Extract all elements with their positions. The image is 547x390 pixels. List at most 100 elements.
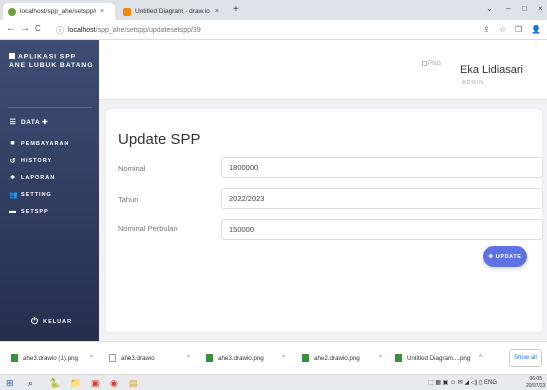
search-icon[interactable]: ⌕ [28, 378, 33, 389]
download-name: ahe3.drawio (1).png [23, 354, 79, 362]
brand-label: APLIKASI SPP ANE LUBUK BATANG [9, 53, 94, 69]
site-info-icon[interactable]: ⓘ [56, 25, 64, 36]
top-navbar: PNG Eka Lidiasari ADMIN [99, 40, 547, 100]
address-bar: ← → C ⓘ localhost /spp_ahe/setspp/update… [0, 20, 547, 40]
tab-drawio[interactable]: Untitled Diagram - draw.io × [118, 3, 230, 20]
reload-button[interactable]: C [35, 24, 41, 33]
url-field[interactable]: ⓘ localhost /spp_ahe/setspp/updatesetspp… [56, 23, 476, 37]
nominal-perbulan-field[interactable]: 150000 [221, 219, 543, 240]
nominal-perbulan-label: Nominal Perbulan [118, 224, 178, 233]
file-icon [109, 354, 116, 362]
tab-close-icon[interactable]: × [100, 8, 104, 15]
broken-image-icon [422, 61, 427, 66]
download-name: ahe2.drawio.png [314, 354, 360, 362]
power-icon: ⏻ [31, 316, 40, 326]
sidebar-item-label: LAPORAN [21, 174, 56, 181]
download-item[interactable]: Untitled Diagram....png ^ [395, 351, 482, 365]
sidebar-item-label: SETSPP [21, 208, 49, 215]
list-icon: ☰ [9, 119, 17, 126]
sidebar-item-pembayaran[interactable]: ■ PEMBAYARAN [9, 140, 69, 147]
main-content: PNG Eka Lidiasari ADMIN Update SPP Nomin… [99, 40, 547, 341]
url-host: localhost [68, 26, 96, 34]
minimize-button[interactable]: – [506, 4, 510, 13]
new-tab-button[interactable]: + [233, 4, 239, 15]
chrome-icon[interactable]: ◉ [110, 378, 118, 389]
sidebar-item-label: HISTORY [21, 158, 53, 164]
nominal-label: Nominal [118, 164, 146, 173]
sidebar-divider [8, 107, 92, 108]
history-icon: ↺ [9, 158, 17, 165]
tab-label: localhost/spp_ahe/setspp/updat [20, 8, 96, 15]
sidebar-item-label: DATA ✚ [21, 119, 49, 126]
sidebar-item-setspp[interactable]: ▬ SETSPP [9, 208, 49, 215]
avatar[interactable]: PNG [422, 61, 441, 67]
page-title: Update SPP [118, 131, 201, 148]
sidebar: APLIKASI SPP ANE LUBUK BATANG ☰ DATA ✚ ■… [0, 40, 99, 341]
sidebar-item-label: SETTING [21, 192, 52, 198]
app-icon[interactable]: ▣ [91, 378, 100, 389]
sublime-text-icon[interactable]: ▤ [129, 378, 138, 389]
logout-label: KELUAR [43, 318, 73, 325]
school-icon [9, 53, 15, 59]
share-icon[interactable]: ⇪ [483, 25, 490, 34]
image-file-icon [302, 354, 309, 362]
python-app-icon[interactable]: 🐍 [49, 378, 60, 389]
app-brand[interactable]: APLIKASI SPP ANE LUBUK BATANG [9, 53, 95, 70]
forward-button[interactable]: → [20, 23, 30, 34]
site-favicon-icon [8, 7, 16, 16]
users-icon: 👥 [9, 192, 19, 199]
windows-start-icon[interactable]: ⊞ [6, 378, 14, 389]
download-item[interactable]: ahe3.drawio.png ^ [206, 351, 285, 365]
tab-search-icon[interactable]: ⌄ [486, 4, 493, 13]
sidebar-item-setting[interactable]: 👥 SETTING [9, 191, 52, 199]
chevron-up-icon[interactable]: ^ [90, 355, 93, 361]
tab-close-icon[interactable]: × [215, 8, 219, 15]
image-file-icon [206, 354, 213, 362]
chevron-up-icon[interactable]: ^ [282, 355, 285, 361]
tahun-field[interactable]: 2022/2023 [221, 188, 543, 209]
download-item[interactable]: ahe3.drawio (1).png ^ [11, 351, 93, 365]
download-name: ahe3.drawio [121, 354, 155, 362]
sidebar-item-data[interactable]: ☰ DATA ✚ [9, 118, 48, 126]
download-item[interactable]: ahe2.drawio.png ^ [302, 351, 382, 365]
chevron-up-icon[interactable]: ^ [479, 355, 482, 361]
chevron-up-icon[interactable]: ^ [187, 355, 190, 361]
avatar-alt-text: PNG [428, 61, 442, 67]
back-button[interactable]: ← [6, 23, 16, 34]
download-item[interactable]: ahe3.drawio ^ [109, 351, 190, 365]
update-spp-card: Update SPP Nominal 1800000 Tahun 2022/20… [106, 109, 543, 332]
chevron-up-icon[interactable]: ^ [379, 355, 382, 361]
downloads-bar: ahe3.drawio (1).png ^ ahe3.drawio ^ ahe3… [0, 341, 547, 374]
profile-icon[interactable]: 👤 [531, 25, 541, 34]
url-path: /spp_ahe/setspp/updatesetspp/39 [95, 26, 201, 34]
logout-button[interactable]: ⏻ KELUAR [31, 316, 72, 327]
card-icon: ▬ [9, 208, 17, 215]
bookmark-star-icon[interactable]: ☆ [499, 25, 506, 34]
show-all-downloads-button[interactable]: Show all [509, 349, 542, 367]
download-name: Untitled Diagram....png [407, 354, 471, 362]
tab-spp-app[interactable]: localhost/spp_ahe/setspp/updat × [3, 3, 115, 20]
tahun-label: Tahun [118, 195, 139, 204]
sidebar-item-label: PEMBAYARAN [21, 140, 70, 147]
user-name[interactable]: Eka Lidiasari [460, 64, 523, 76]
sidebar-panel-icon[interactable]: ❐ [515, 25, 522, 34]
tab-label: Untitled Diagram - draw.io [135, 8, 210, 15]
system-clock[interactable]: 06:05 20/07/23 [526, 376, 545, 389]
download-name: ahe3.drawio.png [218, 354, 264, 362]
sidebar-item-laporan[interactable]: ♣ LAPORAN [9, 174, 55, 181]
file-explorer-icon[interactable]: 📁 [70, 378, 81, 389]
image-file-icon [395, 354, 402, 362]
update-button[interactable]: ✚ UPDATE [483, 246, 527, 267]
close-window-button[interactable]: × [538, 4, 543, 13]
image-file-icon [11, 354, 18, 362]
sidebar-item-history[interactable]: ↺ HISTORY [9, 157, 52, 165]
drawio-favicon-icon [123, 7, 131, 16]
nominal-field[interactable]: 1800000 [221, 157, 543, 178]
os-taskbar: ⊞ ⌕ 🐍 📁 ▣ ◉ ▤ ⬚ ▦ ▣ ☺ ✉ ◢ ◁) ▯ ENG 06:05… [0, 374, 547, 390]
system-tray[interactable]: ⬚ ▦ ▣ ☺ ✉ ◢ ◁) ▯ ENG [428, 379, 497, 386]
maximize-button[interactable]: □ [522, 4, 527, 13]
clock-date: 20/07/23 [526, 382, 546, 389]
report-icon: ♣ [10, 174, 16, 181]
user-role: ADMIN [462, 80, 484, 86]
payment-icon: ■ [10, 140, 16, 147]
